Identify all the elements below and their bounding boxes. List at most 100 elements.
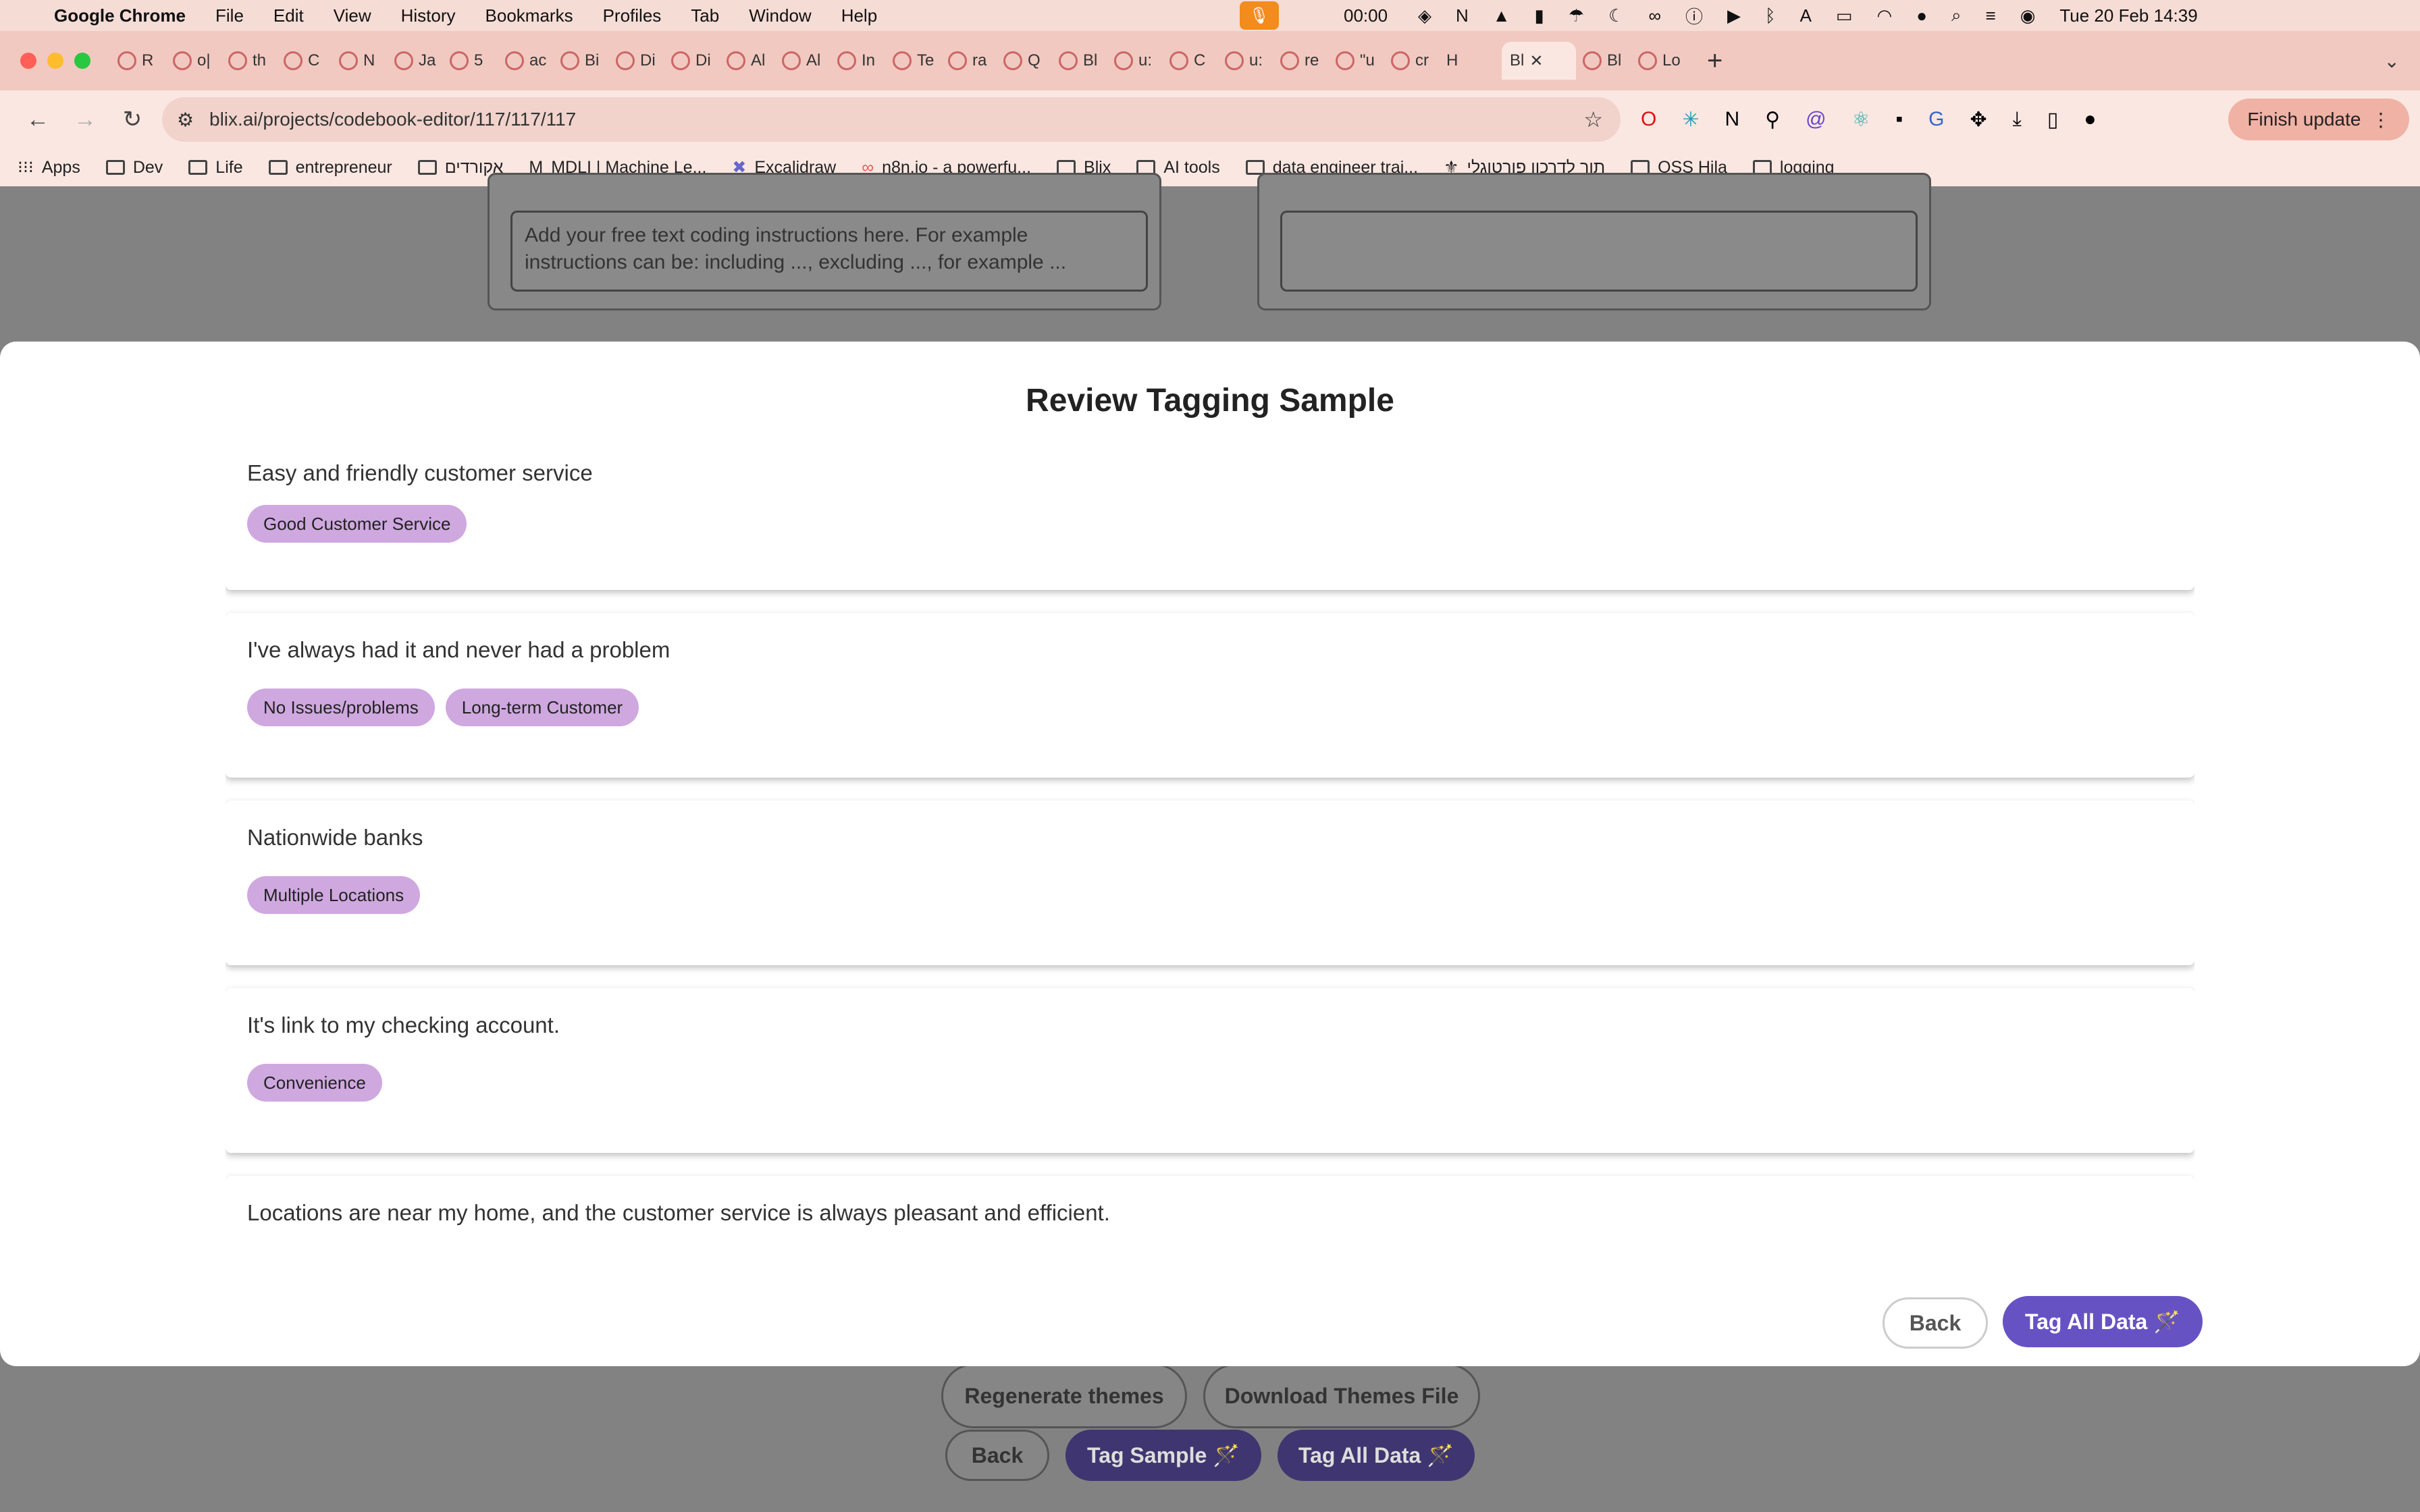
bookmark-folder[interactable]: Dev bbox=[105, 158, 163, 178]
extension-icon[interactable]: ✳ bbox=[1682, 108, 1699, 132]
bookmark-apps[interactable]: ⁝⁝⁝ Apps bbox=[18, 157, 80, 178]
bluetooth-icon[interactable]: ᛒ bbox=[1765, 5, 1776, 26]
menu-profiles[interactable]: Profiles bbox=[603, 5, 662, 26]
menu-bookmarks[interactable]: Bookmarks bbox=[485, 5, 573, 26]
glasses-icon[interactable]: ∞ bbox=[1648, 5, 1661, 26]
play-icon[interactable]: ▶ bbox=[1727, 5, 1741, 26]
extension-icon[interactable]: ▪ bbox=[1896, 108, 1903, 131]
browser-tab[interactable]: Bi bbox=[560, 42, 609, 80]
input-source-icon[interactable]: A bbox=[1800, 5, 1812, 26]
browser-tab[interactable]: R bbox=[117, 42, 166, 80]
tag-all-data-button[interactable]: Tag All Data 🪄 bbox=[2003, 1296, 2203, 1347]
tray-icon[interactable]: ☂ bbox=[1569, 5, 1584, 26]
puzzle-extensions-icon[interactable]: ✥ bbox=[1970, 108, 1987, 132]
browser-tab[interactable]: ra bbox=[948, 42, 997, 80]
bookmark-folder[interactable]: Life bbox=[188, 158, 243, 178]
browser-tab[interactable]: Di bbox=[671, 42, 720, 80]
new-tab-button[interactable]: + bbox=[1707, 46, 1722, 76]
user-icon[interactable]: ● bbox=[1916, 5, 1927, 26]
translate-extension-icon[interactable]: G bbox=[1928, 108, 1944, 131]
menu-help[interactable]: Help bbox=[841, 5, 877, 26]
browser-tab[interactable]: C bbox=[1169, 42, 1218, 80]
second-textarea[interactable] bbox=[1280, 211, 1918, 292]
menu-tab[interactable]: Tab bbox=[691, 5, 719, 26]
zoom-window-button[interactable] bbox=[74, 53, 90, 69]
bookmark-star-icon[interactable]: ☆ bbox=[1583, 107, 1603, 132]
control-center-icon[interactable]: ≡ bbox=[1986, 5, 1996, 26]
bookmark-folder[interactable]: entrepreneur bbox=[268, 158, 392, 178]
browser-tab[interactable]: u: bbox=[1225, 42, 1273, 80]
extension-icon[interactable]: @ bbox=[1806, 108, 1826, 131]
browser-tab[interactable]: H bbox=[1446, 42, 1495, 80]
tagging-sample-list[interactable]: Easy and friendly customer service Good … bbox=[226, 437, 2194, 1247]
reload-icon[interactable]: ↻ bbox=[113, 106, 151, 133]
moon-icon[interactable]: ☾ bbox=[1608, 5, 1624, 26]
bg-back-button[interactable]: Back bbox=[945, 1430, 1049, 1481]
menu-window[interactable]: Window bbox=[749, 5, 811, 26]
bg-tag-all-button[interactable]: Tag All Data 🪄 bbox=[1278, 1430, 1475, 1481]
modal-back-button[interactable]: Back bbox=[1883, 1297, 1988, 1349]
browser-tab[interactable]: Lo bbox=[1638, 42, 1687, 80]
tag-chip[interactable]: Long-term Customer bbox=[445, 688, 639, 726]
browser-tab[interactable]: Ja bbox=[394, 42, 443, 80]
browser-tab[interactable]: N bbox=[339, 42, 388, 80]
browser-tab[interactable]: cr bbox=[1391, 42, 1440, 80]
browser-tab[interactable]: In bbox=[837, 42, 886, 80]
menu-edit[interactable]: Edit bbox=[273, 5, 304, 26]
finish-update-button[interactable]: Finish update ⋮ bbox=[2228, 99, 2409, 140]
menubar-datetime[interactable]: Tue 20 Feb 14:39 bbox=[2059, 5, 2197, 26]
menu-app-name[interactable]: Google Chrome bbox=[54, 5, 186, 26]
extension-icon[interactable]: ⚲ bbox=[1765, 108, 1780, 132]
close-tab-icon[interactable]: ✕ bbox=[1529, 51, 1543, 71]
browser-tab[interactable]: Bl bbox=[1059, 42, 1107, 80]
tray-icon[interactable]: ⓘ bbox=[1685, 3, 1703, 28]
browser-tab[interactable]: "u bbox=[1336, 42, 1384, 80]
tray-icon[interactable]: ▮ bbox=[1535, 5, 1544, 26]
browser-tab[interactable]: Al bbox=[782, 42, 831, 80]
tray-icon[interactable]: ◈ bbox=[1418, 5, 1431, 26]
siri-icon[interactable]: ◉ bbox=[2020, 5, 2036, 26]
profile-avatar[interactable]: ● bbox=[2084, 108, 2096, 131]
close-window-button[interactable] bbox=[20, 53, 36, 69]
tag-sample-button[interactable]: Tag Sample 🪄 bbox=[1066, 1430, 1261, 1481]
download-themes-button[interactable]: Download Themes File bbox=[1203, 1364, 1480, 1428]
browser-tab[interactable]: re bbox=[1280, 42, 1329, 80]
site-info-icon[interactable]: ⚙ bbox=[177, 109, 194, 131]
opera-extension-icon[interactable]: O bbox=[1641, 108, 1656, 131]
forward-arrow-icon[interactable]: → bbox=[66, 107, 104, 133]
tag-chip[interactable]: Convenience bbox=[247, 1064, 382, 1102]
coding-instructions-textarea[interactable]: Add your free text coding instructions h… bbox=[510, 211, 1148, 292]
browser-tab[interactable]: C bbox=[284, 42, 332, 80]
microphone-icon[interactable]: 🎙 bbox=[1240, 1, 1279, 30]
browser-tab[interactable]: Al bbox=[727, 42, 775, 80]
download-icon[interactable]: ⤓ bbox=[2013, 108, 2022, 131]
menu-history[interactable]: History bbox=[401, 5, 456, 26]
url-text[interactable]: blix.ai/projects/codebook-editor/117/117… bbox=[209, 109, 576, 130]
side-panel-icon[interactable]: ▯ bbox=[2047, 108, 2059, 132]
browser-tab[interactable]: u: bbox=[1114, 42, 1163, 80]
browser-tab[interactable]: 5 bbox=[450, 42, 498, 80]
tag-chip[interactable]: No Issues/problems bbox=[247, 688, 435, 726]
battery-icon[interactable]: ▭ bbox=[1836, 5, 1853, 26]
minimize-window-button[interactable] bbox=[47, 53, 63, 69]
back-arrow-icon[interactable]: ← bbox=[19, 107, 57, 133]
notion-extension-icon[interactable]: N bbox=[1725, 108, 1739, 131]
tag-chip[interactable]: Good Customer Service bbox=[247, 505, 467, 543]
notion-tray-icon[interactable]: N bbox=[1456, 5, 1469, 26]
browser-tab[interactable]: Di bbox=[616, 42, 664, 80]
browser-tab[interactable]: ac bbox=[505, 42, 554, 80]
address-bar[interactable]: ⚙ blix.ai/projects/codebook-editor/117/1… bbox=[162, 97, 1621, 142]
tab-search-chevron-icon[interactable]: ⌄ bbox=[2384, 50, 2400, 72]
menu-file[interactable]: File bbox=[215, 5, 244, 26]
browser-tab[interactable]: Bl bbox=[1583, 42, 1631, 80]
menu-view[interactable]: View bbox=[334, 5, 371, 26]
tray-icon[interactable]: ▲ bbox=[1493, 5, 1510, 26]
browser-tab[interactable]: Te bbox=[893, 42, 941, 80]
react-extension-icon[interactable]: ⚛ bbox=[1852, 108, 1870, 132]
search-icon[interactable]: ⌕ bbox=[1951, 5, 1962, 26]
browser-tab[interactable]: o| bbox=[173, 42, 221, 80]
wifi-icon[interactable]: ◠ bbox=[1877, 5, 1893, 26]
browser-tab-active[interactable]: Bl ✕ bbox=[1502, 42, 1576, 80]
tag-chip[interactable]: Multiple Locations bbox=[247, 876, 421, 914]
regenerate-themes-button[interactable]: Regenerate themes bbox=[941, 1364, 1187, 1428]
